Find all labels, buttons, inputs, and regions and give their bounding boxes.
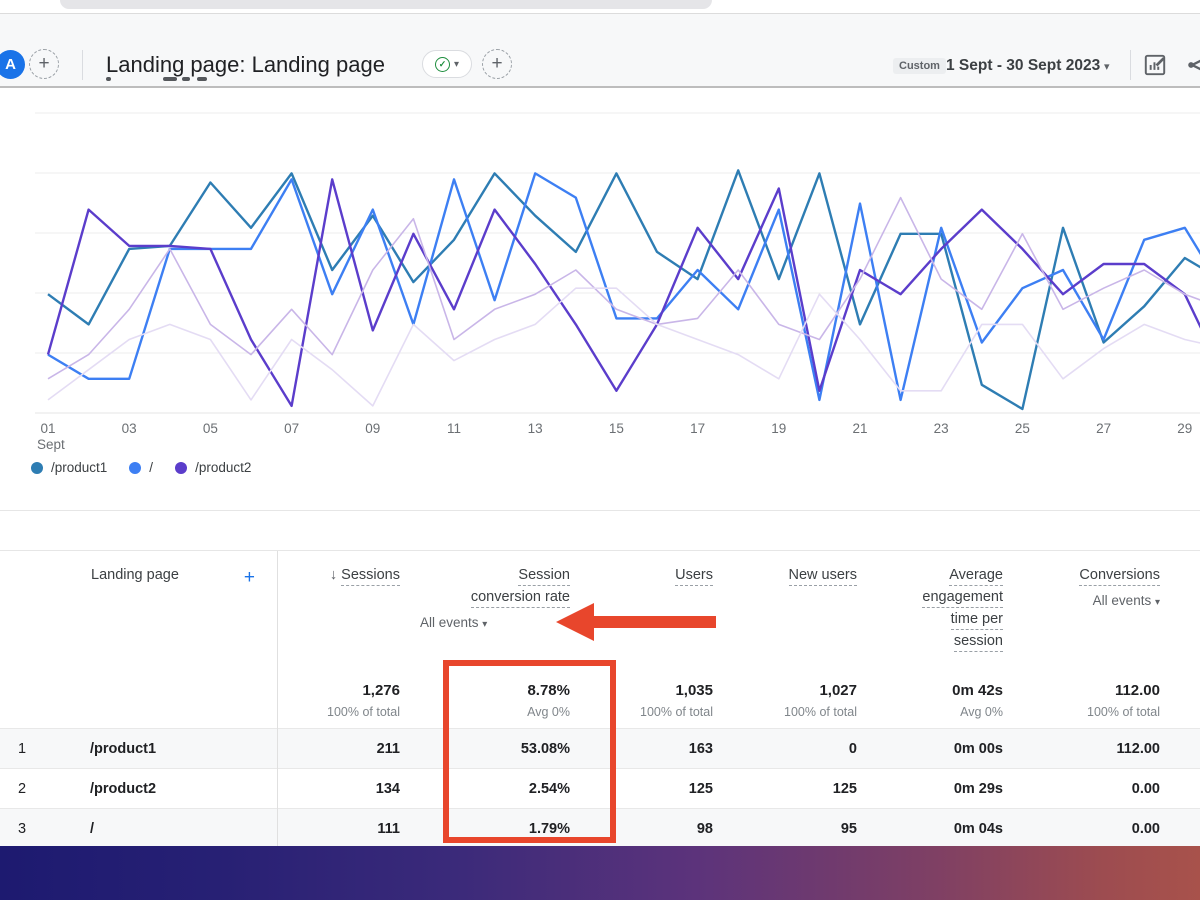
x-tick-label: 09: [365, 421, 381, 436]
total-sessions: 1,276: [362, 682, 400, 699]
conversion-event-filter[interactable]: All events ▾: [400, 615, 570, 630]
x-tick-label: 27: [1096, 421, 1112, 436]
total-conversions: 112.00: [1114, 682, 1160, 699]
x-tick-label: 05: [202, 421, 218, 436]
total-avg-engagement-time: 0m 42s: [952, 682, 1003, 699]
browser-tab-remnant: [60, 0, 712, 9]
chart-line-: [47, 172, 1200, 402]
chevron-down-icon[interactable]: ▾: [1104, 60, 1110, 73]
chart-legend: /product1 / /product2: [31, 460, 251, 475]
column-header-session-conversion-rate[interactable]: Session conversion rate All events ▾: [400, 567, 570, 660]
legend-item-product1[interactable]: /product1: [31, 460, 107, 475]
landing-page-cell: /: [90, 821, 95, 837]
chevron-down-icon: ▾: [453, 58, 460, 70]
x-tick-label: 23: [933, 421, 949, 436]
sort-descending-icon: ↓: [329, 567, 338, 583]
share-icon[interactable]: [1184, 52, 1200, 83]
landing-page-cell: /product2: [90, 781, 157, 797]
date-range-selector[interactable]: 1 Sept - 30 Sept 2023: [946, 57, 1100, 75]
column-header-sessions[interactable]: ↓ Sessions: [278, 567, 400, 660]
column-header-avg-engagement-time[interactable]: Average engagement time per session: [857, 567, 1003, 660]
chart-line-product1: [47, 169, 1200, 411]
date-range-custom-badge: Custom: [893, 58, 946, 74]
x-tick-label: 17: [690, 421, 706, 436]
legend-label: /product2: [195, 460, 252, 475]
avatar-letter: A: [5, 56, 16, 73]
chart-x-axis: 01 03 05 07 09 11 13 15 17 19 21 23 25 27 29 Sept: [0, 421, 1200, 457]
legend-label: /: [149, 460, 154, 475]
total-new-users: 1,027: [819, 682, 857, 699]
highlight-rectangle-annotation: [443, 660, 616, 843]
x-tick-label: 11: [446, 421, 462, 436]
data-quality-pill[interactable]: ✓ ▾: [422, 50, 472, 78]
plus-icon: +: [38, 53, 50, 74]
legend-dot: [129, 461, 142, 474]
x-tick-label: 13: [527, 421, 543, 436]
x-axis-month-label: Sept: [37, 437, 65, 452]
page-title: Landing page: Landing page: [106, 52, 385, 77]
report-header: A + Landing page: Landing page ✓ ▾ + Cus…: [0, 14, 1200, 88]
avatar[interactable]: A: [0, 50, 25, 79]
arrow-annotation: [556, 603, 716, 641]
x-tick-label: 19: [771, 421, 787, 436]
legend-item-root[interactable]: /: [129, 460, 153, 475]
screenshot-root: A + Landing page: Landing page ✓ ▾ + Cus…: [0, 0, 1200, 900]
plus-icon: +: [491, 53, 503, 74]
sessions-over-time-line-chart: [35, 112, 1200, 414]
bottom-gradient-bar: [0, 846, 1200, 900]
x-tick-label: 07: [284, 421, 300, 436]
column-header-conversions[interactable]: Conversions All events ▾: [1003, 567, 1160, 660]
column-header-new-users[interactable]: New users: [713, 567, 857, 660]
check-circle-icon: ✓: [434, 56, 450, 72]
legend-dot: [31, 461, 43, 474]
landing-page-cell: /product1: [90, 741, 157, 757]
add-dimension-icon[interactable]: +: [244, 567, 255, 589]
add-filter-button[interactable]: +: [482, 49, 512, 79]
conversions-event-filter[interactable]: All events ▾: [1003, 593, 1160, 608]
chart-line-unlabeled-light-lavender-1: [47, 196, 1200, 380]
table-column-separator: [277, 551, 278, 846]
chevron-down-icon: ▾: [482, 619, 488, 630]
header-divider: [82, 50, 83, 80]
legend-dot: [175, 461, 188, 474]
x-tick-label: 25: [1014, 421, 1030, 436]
add-comparison-button[interactable]: +: [29, 49, 59, 79]
x-tick-label: 01: [40, 421, 56, 436]
legend-label: /product1: [51, 460, 108, 475]
x-tick-label: 29: [1177, 421, 1193, 436]
x-tick-label: 21: [852, 421, 868, 436]
x-tick-label: 03: [121, 421, 137, 436]
table-toolbar: Rows per page: 10 ▾ Go to: ‹ 1-10: [0, 510, 1200, 551]
customize-report-icon[interactable]: [1142, 52, 1168, 83]
header-divider: [1130, 50, 1131, 80]
legend-item-product2[interactable]: /product2: [175, 460, 251, 475]
x-tick-label: 15: [608, 421, 624, 436]
column-header-landing-page[interactable]: Landing page: [91, 567, 179, 583]
